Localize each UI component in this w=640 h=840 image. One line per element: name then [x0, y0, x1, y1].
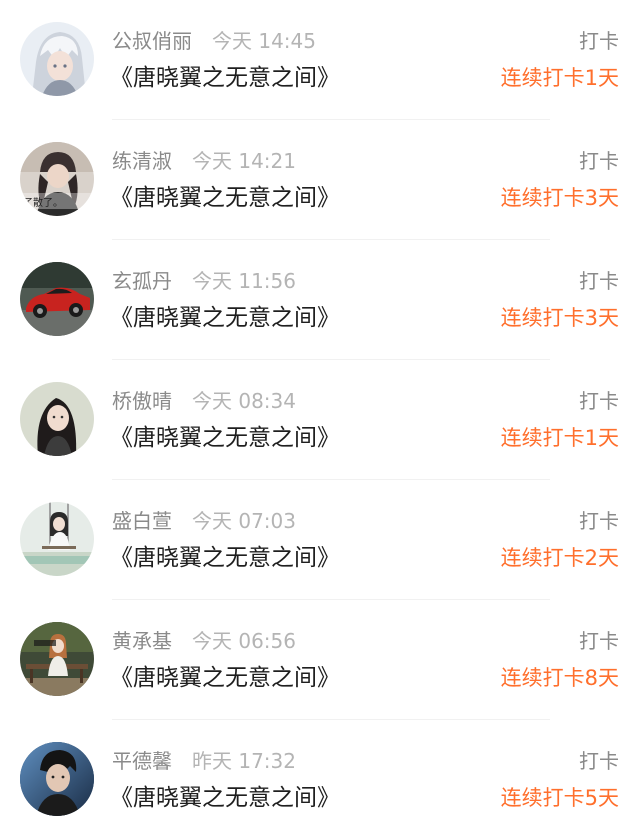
book-title[interactable]: 《唐晓翼之无意之间》	[110, 541, 340, 575]
streak-badge: 连续打卡8天	[500, 666, 619, 690]
user-avatar-man-portrait-icon[interactable]	[20, 742, 94, 816]
avatar-caption: 了散了。	[23, 196, 63, 209]
book-title[interactable]: 《唐晓翼之无意之间》	[110, 781, 340, 815]
username[interactable]: 桥傲晴	[112, 387, 172, 415]
checkin-row[interactable]: 平德馨 昨天 17:32 《唐晓翼之无意之间》 打卡 连续打卡5天	[0, 720, 640, 840]
checkin-label: 打卡	[579, 389, 619, 413]
checkin-row[interactable]: 黄承基 今天 06:56 《唐晓翼之无意之间》 打卡 连续打卡8天	[0, 600, 640, 720]
checkin-label: 打卡	[579, 509, 619, 533]
streak-badge: 连续打卡1天	[500, 66, 619, 90]
checkin-time: 今天 11:56	[192, 269, 296, 293]
username[interactable]: 盛白萱	[112, 507, 172, 535]
book-title[interactable]: 《唐晓翼之无意之间》	[110, 61, 340, 95]
checkin-time: 今天 14:21	[192, 149, 296, 173]
checkin-row[interactable]: 桥傲晴 今天 08:34 《唐晓翼之无意之间》 打卡 连续打卡1天	[0, 360, 640, 480]
checkin-time: 今天 08:34	[192, 389, 296, 413]
user-avatar-red-sports-car-icon[interactable]	[20, 262, 94, 336]
streak-badge: 连续打卡5天	[500, 786, 619, 810]
checkin-row[interactable]: 玄孤丹 今天 11:56 《唐晓翼之无意之间》 打卡 连续打卡3天	[0, 240, 640, 360]
checkin-row[interactable]: 公叔俏丽 今天 14:45 《唐晓翼之无意之间》 打卡 连续打卡1天	[0, 0, 640, 120]
streak-badge: 连续打卡3天	[500, 186, 619, 210]
checkin-row[interactable]: 了散了。 练清淑 今天 14:21 《唐晓翼之无意之间》 打卡 连续打卡3天	[0, 120, 640, 240]
user-avatar-girl-portrait-icon[interactable]	[20, 382, 94, 456]
user-avatar-anime-silver-hair-icon[interactable]	[20, 22, 94, 96]
checkin-label: 打卡	[579, 29, 619, 53]
book-title[interactable]: 《唐晓翼之无意之间》	[110, 181, 340, 215]
user-avatar-girl-on-bench-icon[interactable]	[20, 622, 94, 696]
checkin-time: 昨天 17:32	[192, 749, 296, 773]
book-title[interactable]: 《唐晓翼之无意之间》	[110, 661, 340, 695]
book-title[interactable]: 《唐晓翼之无意之间》	[110, 421, 340, 455]
checkin-label: 打卡	[579, 269, 619, 293]
username[interactable]: 黄承基	[112, 627, 172, 655]
checkin-time: 今天 07:03	[192, 509, 296, 533]
checkin-time: 今天 14:45	[212, 29, 316, 53]
book-title[interactable]: 《唐晓翼之无意之间》	[110, 301, 340, 335]
checkin-label: 打卡	[579, 149, 619, 173]
checkin-row[interactable]: 盛白萱 今天 07:03 《唐晓翼之无意之间》 打卡 连续打卡2天	[0, 480, 640, 600]
checkin-label: 打卡	[579, 749, 619, 773]
streak-badge: 连续打卡1天	[500, 426, 619, 450]
checkin-time: 今天 06:56	[192, 629, 296, 653]
user-avatar-girl-on-swing-icon[interactable]	[20, 502, 94, 576]
username[interactable]: 练清淑	[112, 147, 172, 175]
username[interactable]: 公叔俏丽	[112, 27, 192, 55]
username[interactable]: 玄孤丹	[112, 267, 172, 295]
streak-badge: 连续打卡3天	[500, 306, 619, 330]
checkin-list: 公叔俏丽 今天 14:45 《唐晓翼之无意之间》 打卡 连续打卡1天 了散了。 …	[0, 0, 640, 840]
username[interactable]: 平德馨	[112, 747, 172, 775]
user-avatar-girl-with-hat-icon[interactable]: 了散了。	[20, 142, 94, 216]
streak-badge: 连续打卡2天	[500, 546, 619, 570]
checkin-label: 打卡	[579, 629, 619, 653]
